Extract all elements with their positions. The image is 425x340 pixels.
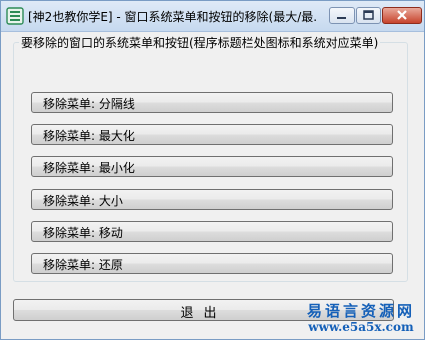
close-icon (397, 10, 407, 20)
remove-maximize-button[interactable]: 移除菜单: 最大化 (31, 124, 393, 145)
app-icon[interactable] (6, 7, 24, 25)
remove-minimize-button[interactable]: 移除菜单: 最小化 (31, 156, 393, 177)
maximize-button[interactable] (356, 7, 381, 24)
minimize-button[interactable] (329, 7, 355, 24)
remove-size-button[interactable]: 移除菜单: 大小 (31, 189, 393, 210)
remove-move-button[interactable]: 移除菜单: 移动 (31, 221, 393, 242)
window-title: [神2也教你学E] - 窗口系统菜单和按钮的移除(最大/最... (28, 10, 318, 24)
maximize-icon (363, 10, 374, 20)
remove-separator-button[interactable]: 移除菜单: 分隔线 (31, 92, 393, 113)
remove-restore-button[interactable]: 移除菜单: 还原 (31, 253, 393, 274)
app-window: [神2也教你学E] - 窗口系统菜单和按钮的移除(最大/最... 要移除的窗口的… (0, 0, 425, 340)
group-label: 要移除的窗口的系统菜单和按钮(程序标题栏处图标和系统对应菜单) (19, 34, 381, 51)
watermark-name: 易语言资源网 (306, 302, 415, 320)
watermark-url: www.e5a5x.com (308, 320, 414, 334)
site-watermark: 易语言资源网 www.e5a5x.com (301, 303, 421, 335)
title-bar[interactable]: [神2也教你学E] - 窗口系统菜单和按钮的移除(最大/最... (1, 1, 424, 32)
close-button[interactable] (382, 7, 422, 24)
minimize-icon (337, 17, 346, 19)
